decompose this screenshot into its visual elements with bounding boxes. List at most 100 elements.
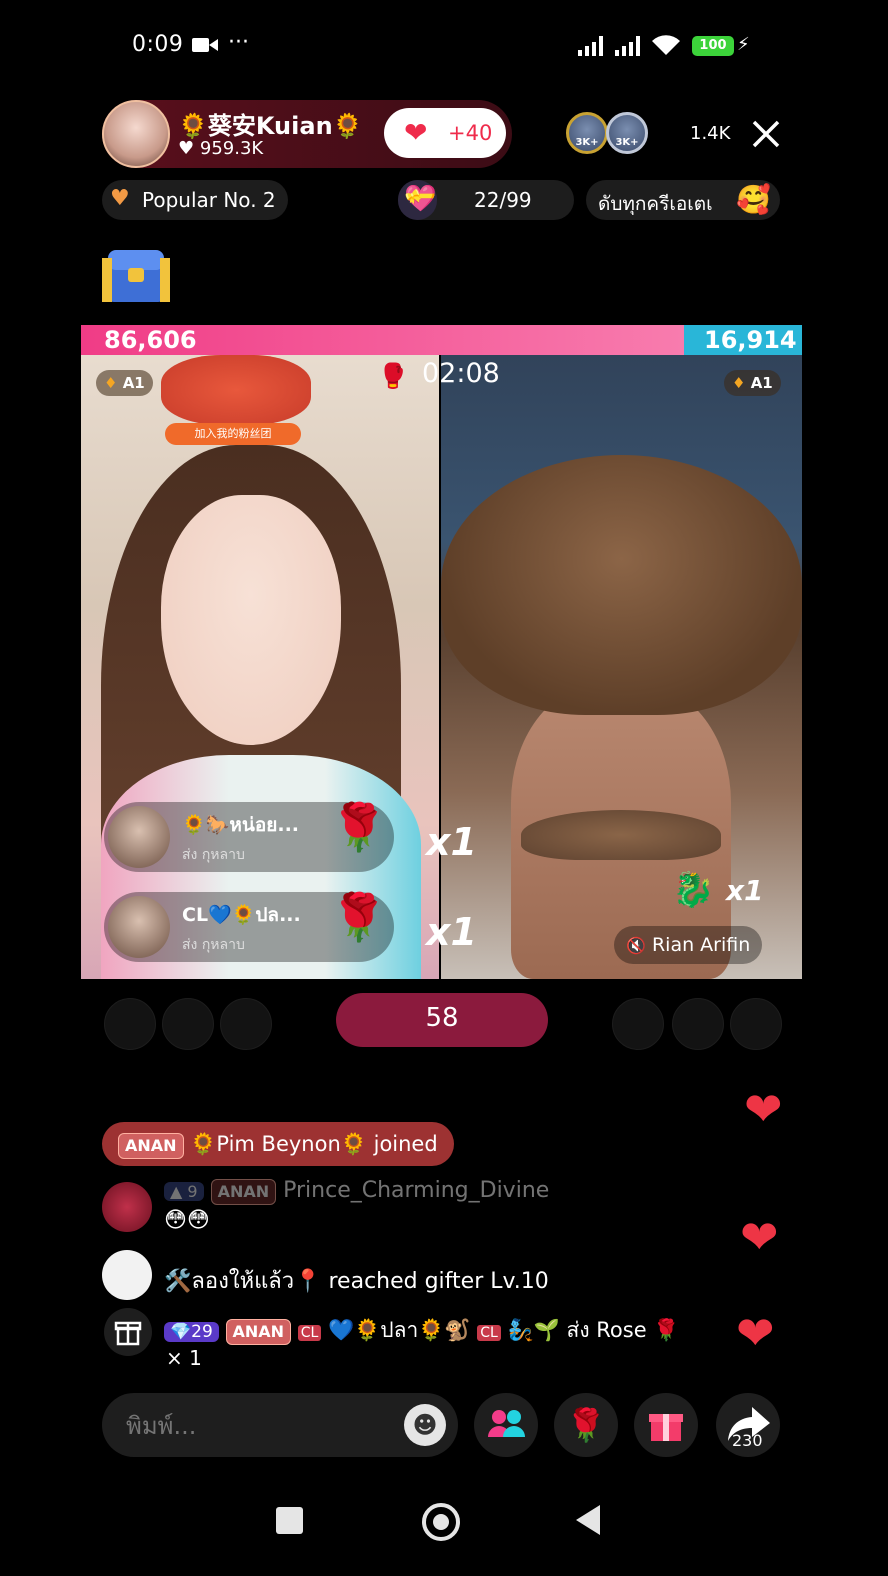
host-face	[161, 495, 341, 745]
gift-box-icon: 💝	[404, 184, 437, 214]
chat-username[interactable]: 🛠️ลองให้แล้ว📍	[164, 1269, 321, 1294]
left-supporter-avatar-3[interactable]	[104, 998, 156, 1050]
comment-input[interactable]	[124, 1393, 388, 1459]
opponent-name-tag[interactable]: 🔇 Rian Arifin	[614, 926, 763, 964]
rose-icon[interactable]: 🌹	[554, 1393, 618, 1457]
signal-icon-2	[615, 36, 640, 56]
smiley-icon[interactable]: ☻	[404, 1404, 446, 1446]
rank-badge-left: ♦ A1	[96, 370, 153, 396]
charging-icon: ⚡	[737, 34, 750, 55]
host-likes: ♥ 959.3K	[178, 138, 264, 159]
gift-action: ส่ง กุหลาบ	[182, 937, 245, 953]
mustache-filter	[521, 810, 721, 860]
small-heart-icon: ♥	[178, 138, 195, 159]
opponent-gift-count: x1	[726, 874, 764, 907]
wifi-icon	[650, 33, 682, 61]
video-camera-icon	[192, 36, 218, 54]
chat-message-3-count: × 1	[166, 1346, 202, 1370]
signal-icon	[578, 36, 603, 56]
center-score-pill[interactable]: 58	[336, 993, 548, 1047]
treasure-chest-icon[interactable]	[102, 244, 170, 306]
left-supporter-avatar-2[interactable]	[162, 998, 214, 1050]
fan-badge: ANAN	[118, 1133, 184, 1159]
host-name: 🌻葵安Kuian🌻	[178, 112, 363, 140]
gift-action: ส่ง กุหลาบ	[182, 847, 245, 863]
right-supporter-avatar-2[interactable]	[672, 998, 724, 1050]
chat-username[interactable]: Prince_Charming_Divine	[283, 1178, 549, 1203]
rose-icon: 🌹	[330, 800, 388, 854]
popular-chip[interactable]: ♥ Popular No. 2	[102, 180, 288, 220]
floating-heart-icon: ❤	[744, 1082, 783, 1136]
fan-badge: ANAN	[210, 1179, 277, 1205]
chat-text: ส่ง Rose 🌹	[566, 1318, 680, 1342]
joined-text: joined	[373, 1132, 438, 1156]
club-tag: CL	[297, 1325, 322, 1341]
rose-icon: 🌹	[330, 890, 388, 944]
status-time: 0:09	[132, 32, 184, 57]
boxing-glove-icon: 🥊	[378, 362, 408, 390]
heart-icon: ❤	[404, 116, 428, 149]
more-notifications-icon: ···	[228, 30, 249, 55]
popular-label: Popular No. 2	[142, 188, 276, 212]
chat-username[interactable]: 💙🌻ปลา🌻🐒	[328, 1318, 471, 1342]
home-button[interactable]	[422, 1503, 460, 1541]
club-tag: CL	[477, 1325, 501, 1341]
chat-message-2: 🛠️ลองให้แล้ว📍 reached gifter Lv.10	[164, 1263, 549, 1298]
like-button[interactable]: ❤ +40	[384, 108, 506, 158]
dragon-gift-icon: 🐉	[672, 870, 715, 910]
cowboy-hat-filter	[441, 455, 802, 715]
right-supporter-avatar-1[interactable]	[612, 998, 664, 1050]
chat-message-3: 💎29 ANAN CL 💙🌻ปลา🌻🐒 CL 🧞🌱 ส่ง Rose 🌹	[164, 1314, 679, 1347]
pk-score-right: 16,914	[704, 326, 797, 354]
back-button[interactable]	[576, 1505, 600, 1535]
chat-message-1-header: ▲ 9 ANAN Prince_Charming_Divine	[164, 1178, 549, 1205]
goal-progress-chip[interactable]: 💝 22/99	[398, 180, 574, 220]
chat-emoji: 🧞🌱	[507, 1318, 560, 1342]
right-supporter-avatar-3[interactable]	[730, 998, 782, 1050]
chat-message-1-text: 😳😳	[164, 1208, 210, 1233]
marquee-chip[interactable]: ดับทุกครีเอเตเ 🥰	[586, 180, 780, 220]
gifter-avatar	[108, 896, 170, 958]
like-plus-count: +40	[448, 121, 493, 145]
mute-icon: 🔇	[626, 936, 646, 955]
marquee-text: ดับทุกครีเอเตเ	[598, 193, 713, 215]
floating-heart-icon: ❤	[740, 1210, 779, 1264]
chat-avatar[interactable]	[102, 1182, 152, 1232]
gifter-name: 🌻🐎หน่อย...	[182, 814, 300, 836]
joined-banner: ANAN 🌻Pim Beynon🌻 joined	[102, 1122, 454, 1166]
pk-score-left: 86,606	[104, 326, 197, 354]
gifter-avatar	[108, 806, 170, 868]
level-badge: 💎29	[164, 1322, 219, 1342]
close-icon[interactable]	[750, 112, 782, 156]
joined-user[interactable]: 🌻Pim Beynon🌻	[190, 1132, 367, 1156]
gift-count: x1	[426, 910, 477, 954]
share-count: 230	[732, 1431, 763, 1450]
heart-rank-icon: ♥	[110, 186, 130, 211]
viewer-count[interactable]: 1.4K	[690, 123, 730, 144]
diamond-icon: ♦	[104, 374, 118, 392]
tomato-sticker	[161, 355, 311, 425]
multi-guest-icon[interactable]	[474, 1393, 538, 1457]
level-badge: ▲ 9	[164, 1182, 204, 1201]
recents-button[interactable]	[276, 1507, 303, 1534]
gift-count: x1	[426, 820, 477, 864]
host-video[interactable]: 加入我的粉丝团	[81, 355, 439, 979]
gift-icon	[104, 1308, 152, 1356]
fan-badge: ANAN	[225, 1319, 292, 1345]
goal-progress-label: 22/99	[474, 188, 532, 212]
diamond-icon: ♦	[732, 374, 746, 392]
fan-club-sticker: 加入我的粉丝团	[165, 423, 301, 445]
rank-badge-right: ♦ A1	[724, 370, 781, 396]
floating-heart-icon: ❤	[736, 1306, 775, 1360]
top-viewer-avatar-1[interactable]: 3K+	[566, 112, 608, 154]
chat-avatar[interactable]	[102, 1250, 152, 1300]
left-supporter-avatar-1[interactable]	[220, 998, 272, 1050]
pk-timer: 02:08	[422, 358, 500, 389]
top-viewer-avatar-2[interactable]: 3K+	[606, 112, 648, 154]
gifter-name: CL💙🌻ปล...	[182, 904, 301, 926]
gift-button-icon[interactable]	[634, 1393, 698, 1457]
hug-icon: 🥰	[736, 183, 771, 216]
chat-text: reached gifter Lv.10	[328, 1269, 549, 1294]
host-avatar[interactable]	[102, 100, 170, 168]
battery-indicator: 100	[692, 36, 734, 56]
